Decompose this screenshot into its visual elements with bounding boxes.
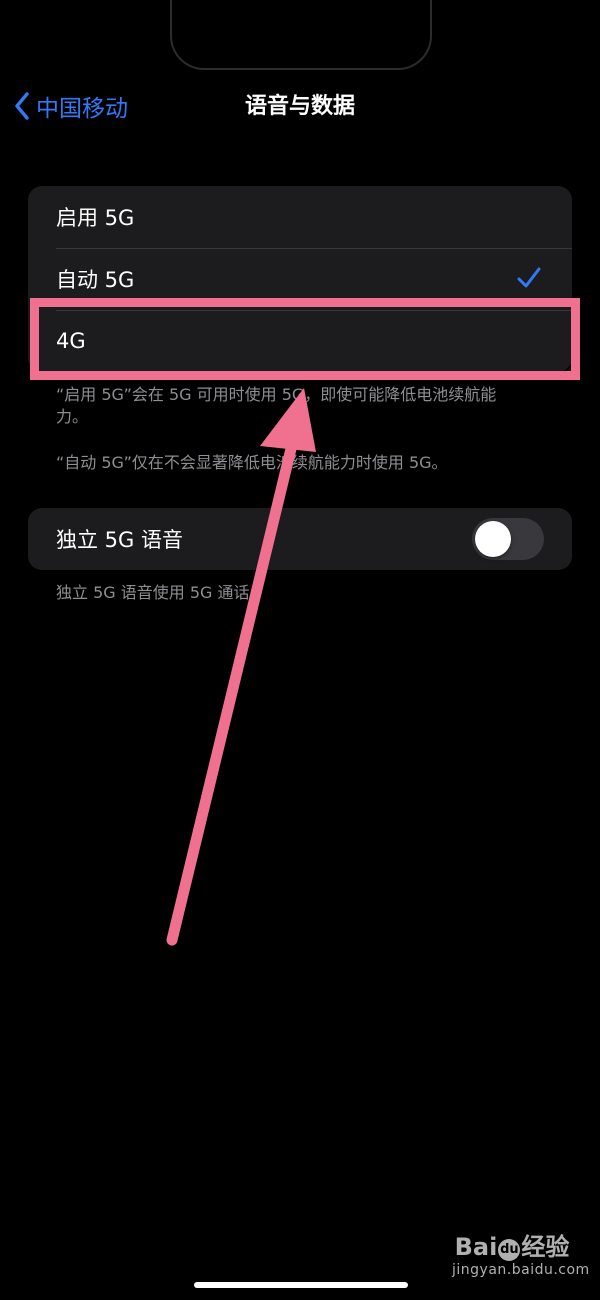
option-auto-5g[interactable]: 自动 5G	[28, 248, 572, 310]
option-label: 启用 5G	[56, 206, 135, 230]
watermark-site: jingyan.baidu.com	[452, 1262, 590, 1278]
option-label: 4G	[56, 329, 86, 353]
standalone-5g-voice-row: 独立 5G 语音	[28, 508, 572, 570]
watermark-logo: Bai du 经验	[454, 1233, 570, 1261]
option-4g[interactable]: 4G	[28, 310, 572, 372]
option-label: 自动 5G	[56, 268, 135, 292]
standalone-5g-note: 独立 5G 语音使用 5G 通话。	[56, 583, 266, 602]
home-indicator	[194, 1282, 408, 1288]
standalone-5g-group: 独立 5G 语音	[28, 508, 572, 570]
auto-5g-note: “自动 5G”仅在不会显著降低电池续航能力时使用 5G。	[56, 453, 448, 472]
baidu-jingyan-watermark: Bai du 经验 jingyan.baidu.com	[452, 1232, 590, 1278]
enable-5g-note: “启用 5G”会在 5G 可用时使用 5G，即使可能降低电池续航能力。	[56, 385, 497, 426]
page-title: 语音与数据	[244, 94, 355, 119]
notch-edge	[170, 0, 432, 70]
option-enable-5g[interactable]: 启用 5G	[28, 186, 572, 248]
voice-data-options-group: 启用 5G 自动 5G 4G	[28, 186, 572, 372]
standalone-5g-voice-label: 独立 5G 语音	[56, 528, 183, 552]
checkmark-icon	[517, 267, 541, 288]
standalone-5g-voice-toggle[interactable]	[472, 518, 544, 560]
toggle-knob	[475, 521, 511, 557]
paw-icon: du	[498, 1239, 521, 1261]
